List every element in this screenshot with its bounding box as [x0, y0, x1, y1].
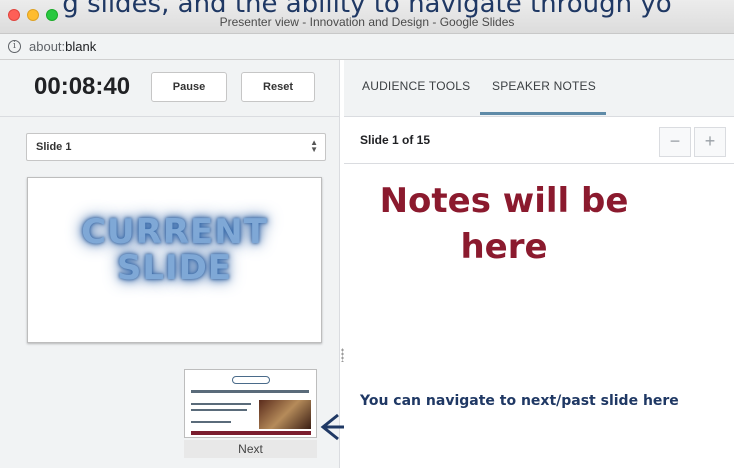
library-logo-icon	[232, 376, 270, 384]
window-title: Presenter view - Innovation and Design -…	[219, 15, 515, 29]
current-slide-preview: CURRENT SLIDE	[27, 177, 322, 343]
close-window-button[interactable]	[8, 9, 20, 21]
thumb-text-line	[191, 421, 231, 423]
notes-tabs: AUDIENCE TOOLS SPEAKER NOTES	[344, 60, 734, 117]
timer-display: 00:08:40	[34, 73, 131, 100]
slide-counter-row: Slide 1 of 15 − +	[344, 118, 734, 164]
current-slide-text: CURRENT SLIDE	[81, 212, 268, 288]
tab-audience-tools[interactable]: AUDIENCE TOOLS	[362, 79, 470, 93]
minimize-window-button[interactable]	[27, 9, 39, 21]
thumb-text-line	[191, 409, 247, 411]
increase-font-button[interactable]: +	[694, 127, 726, 157]
slide-counter: Slide 1 of 15	[360, 133, 431, 147]
navigation-caption: You can navigate to next/past slide here	[360, 393, 679, 409]
url-prefix: about:	[29, 39, 66, 54]
thumb-photo	[259, 400, 311, 429]
thumb-title-line	[191, 390, 309, 393]
decrease-font-button[interactable]: −	[659, 127, 691, 157]
presenter-right-pane: AUDIENCE TOOLS SPEAKER NOTES Slide 1 of …	[344, 60, 734, 468]
timer-row: 00:08:40 Pause Reset	[0, 60, 340, 117]
info-icon[interactable]: i	[8, 40, 21, 53]
select-arrows-icon: ▲ ▼	[310, 138, 318, 154]
thumb-footer-bar	[191, 431, 311, 435]
reset-button[interactable]: Reset	[241, 72, 315, 102]
slide-select[interactable]: Slide 1 ▲ ▼	[26, 133, 326, 161]
next-slide-thumbnail[interactable]	[184, 369, 317, 438]
address-bar[interactable]: i about: blank	[0, 34, 734, 60]
pause-button[interactable]: Pause	[151, 72, 227, 102]
presenter-left-pane: 00:08:40 Pause Reset Slide 1 ▲ ▼ CURRENT …	[0, 60, 340, 468]
active-tab-indicator	[480, 112, 606, 115]
thumb-text-line	[191, 403, 251, 405]
slide-select-value: Slide 1	[36, 141, 72, 153]
notes-placeholder-title: Notes will be here	[379, 181, 629, 267]
tab-speaker-notes[interactable]: SPEAKER NOTES	[492, 79, 596, 93]
maximize-window-button[interactable]	[46, 9, 58, 21]
url-host: blank	[65, 39, 97, 54]
next-slide-button[interactable]: Next	[184, 440, 317, 458]
